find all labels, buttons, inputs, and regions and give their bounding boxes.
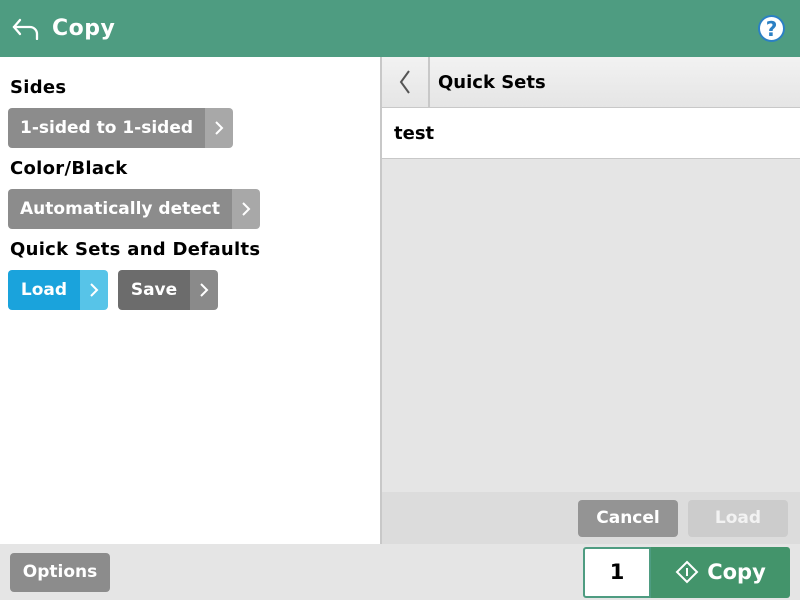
- copy-icon: [675, 560, 699, 584]
- list-item[interactable]: test: [382, 108, 800, 159]
- cancel-button[interactable]: Cancel: [578, 500, 678, 537]
- panel-back-icon[interactable]: [382, 57, 430, 107]
- quicksets-header: Quick Sets: [382, 57, 800, 108]
- quicksets-list: test: [382, 108, 800, 159]
- color-value: Automatically detect: [8, 189, 232, 229]
- app-footer: Options 1 Copy: [0, 544, 800, 600]
- quicksets-panel: Quick Sets test Cancel Load: [380, 57, 800, 544]
- back-icon[interactable]: [0, 18, 52, 40]
- copy-count-input[interactable]: 1: [583, 547, 651, 598]
- copy-button[interactable]: Copy: [651, 547, 790, 598]
- quicksets-label: Quick Sets and Defaults: [10, 239, 370, 260]
- load-button[interactable]: Load: [8, 270, 108, 310]
- options-button[interactable]: Options: [10, 553, 110, 592]
- copy-label: Copy: [707, 560, 766, 584]
- chevron-right-icon: [205, 108, 233, 148]
- page-title: Copy: [52, 16, 115, 41]
- sides-label: Sides: [10, 77, 370, 98]
- save-label: Save: [118, 270, 190, 310]
- help-icon[interactable]: ?: [758, 15, 785, 42]
- color-label: Color/Black: [10, 158, 370, 179]
- load-label: Load: [8, 270, 80, 310]
- quicksets-footer: Cancel Load: [382, 492, 800, 544]
- panel-load-button[interactable]: Load: [688, 500, 788, 537]
- sides-button[interactable]: 1-sided to 1-sided: [8, 108, 233, 148]
- save-button[interactable]: Save: [118, 270, 218, 310]
- chevron-right-icon: [232, 189, 260, 229]
- chevron-right-icon: [190, 270, 218, 310]
- app-header: Copy ?: [0, 0, 800, 57]
- quicksets-title: Quick Sets: [430, 72, 546, 93]
- color-button[interactable]: Automatically detect: [8, 189, 260, 229]
- chevron-right-icon: [80, 270, 108, 310]
- sides-value: 1-sided to 1-sided: [8, 108, 205, 148]
- settings-panel: Sides 1-sided to 1-sided Color/Black Aut…: [0, 57, 380, 544]
